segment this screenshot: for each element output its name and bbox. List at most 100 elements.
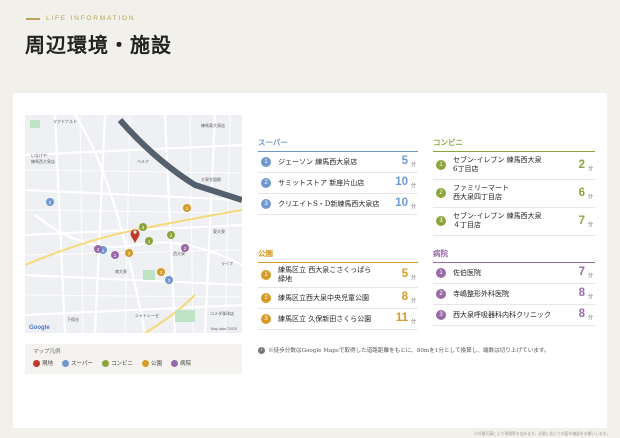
convenience-section: コンビニ 1 セブン-イレブン 練馬西大泉 6丁目店 2 分 2 ファミリーマート 西大… [433,137,595,236]
item-name: 練馬区立西大泉中央児童公園 [278,294,369,302]
convenience-icon [101,359,109,367]
supermarket-marker-2[interactable]: 2 [46,198,54,206]
page-title: 周辺環境・施設 [25,33,172,57]
item-unit: 分 [587,273,593,279]
item-name: セブン-イレブン 練馬西大泉 ４丁目店 [453,212,542,229]
map-graphic: マクドナルド ベルク 練馬東大泉店 いなげや 練馬西大泉店 西大泉 東大泉 南大… [25,115,242,333]
map-label-inageya: いなげや [31,152,47,158]
item-unit: 分 [410,319,416,325]
list-item[interactable]: 1 佐伯医院 7 分 [433,263,595,284]
map-label-mcdonalds: マクドナルド [53,118,77,124]
legend-item-park: 公園 [141,359,162,367]
item-unit: 分 [587,294,593,300]
hospital-section: 病院 1 佐伯医院 7 分 2 寺嶋整形外科医院 8 分 3 西大泉呼吸器科内科クリニック 8 分 [433,248,595,326]
item-name: 練馬区立 久保新田さくら公園 [278,315,372,323]
list-item[interactable]: 1 セブン-イレブン 練馬西大泉 6丁目店 2 分 [433,152,595,180]
item-minutes: 11 [395,312,408,324]
gold-rule [26,17,40,20]
convenience-marker-3[interactable]: 3 [139,223,147,231]
item-unit: 分 [587,222,593,228]
item-name: セブン-イレブン 練馬西大泉 6丁目店 [453,156,542,173]
list-item[interactable]: 2 ファミリーマート 西大泉四丁目店 6 分 [433,180,595,208]
item-minutes: 8 [578,287,585,299]
legend-item-supermarket: スーパー [62,359,93,367]
map-label-berk: ベルク [137,158,149,164]
note-text: ※徒歩分数はGoogle Mapsで取得した道路距離をもとに、80mを1分として… [268,348,550,354]
item-number: 3 [436,216,446,226]
list-item[interactable]: 2 練馬区立西大泉中央児童公園 8 分 [258,288,418,309]
footer-note: ※外観写真により現場等を含みます。必要に応じて内容の確認をお願いします。 [474,431,610,436]
item-number: 2 [436,289,446,299]
item-minutes: 5 [401,268,408,280]
legend-label: 現地 [42,361,54,367]
list-item[interactable]: 3 クリエイトS・D新練馬西大泉店 10 分 [258,194,418,215]
item-minutes: 5 [401,155,408,167]
convenience-marker-2[interactable]: 2 [167,231,175,239]
map-label-higashioizumi: 東大泉 [213,228,225,234]
park-icon [141,359,149,367]
item-unit: 分 [410,204,416,210]
map-label-minamioizumi: 南大泉 [115,268,127,274]
item-number: 3 [436,310,446,320]
hospital-marker-3[interactable]: 3 [94,245,102,253]
legend-title: マップ凡例 [33,349,61,355]
list-item[interactable]: 2 サミットストア 新座片山店 10 分 [258,173,418,194]
map-label-life: ライフ [221,260,233,266]
item-number: 3 [261,199,271,209]
item-number: 3 [261,314,271,324]
legend-label: 公園 [150,361,162,367]
supermarket-section: スーパー 1 ジェーソン 練馬西大泉店 5 分 2 サミットストア 新座片山店 10 分 3… [258,137,418,215]
convenience-marker-1[interactable]: 1 [145,237,153,245]
item-minutes: 10 [395,197,408,209]
item-name: 練馬区立 西大泉こさくっぱら 緑地 [278,266,372,283]
area-map[interactable]: マクドナルド ベルク 練馬東大泉店 いなげや 練馬西大泉店 西大泉 東大泉 南大… [25,115,242,333]
supermarket-icon [62,359,70,367]
list-item[interactable]: 3 西大泉呼吸器科内科クリニック 8 分 [433,305,595,326]
item-number: 1 [261,270,271,280]
item-minutes: 8 [578,308,585,320]
list-item[interactable]: 1 練馬区立 西大泉こさくっぱら 緑地 5 分 [258,263,418,288]
list-item[interactable]: 3 セブン-イレブン 練馬西大泉 ４丁目店 7 分 [433,208,595,236]
legend-item-current: 現地 [33,359,53,367]
legend-item-convenience: コンビニ [101,359,133,367]
walking-time-note: i ※徒歩分数はGoogle Mapsで取得した道路距離をもとに、80mを1分とし… [258,346,550,354]
item-name: クリエイトS・D新練馬西大泉店 [278,200,380,208]
legend-label: スーパー [71,361,93,367]
info-icon: i [258,346,265,354]
park-marker-2[interactable]: 2 [157,268,165,276]
park-marker-3[interactable]: 3 [125,249,133,257]
item-unit: 分 [587,194,593,200]
legend-label: 病院 [180,361,192,367]
item-unit: 分 [587,166,593,172]
supermarket-marker-3[interactable]: 3 [165,276,173,284]
hospital-marker-1[interactable]: 1 [111,251,119,259]
map-label-komeda: コメダ珈琲店 [210,310,234,316]
item-unit: 分 [410,162,416,168]
item-number: 2 [261,293,271,303]
item-name: 西大泉呼吸器科内科クリニック [453,311,551,319]
item-unit: 分 [587,315,593,321]
item-minutes: 10 [395,176,408,188]
item-name: サミットストア 新座片山店 [278,179,365,187]
current-location-icon [33,359,40,367]
map-label-shimohoya: 下保谷 [67,316,79,322]
hospital-marker-2[interactable]: 2 [181,244,189,252]
item-name: ジェーソン 練馬西大泉店 [278,158,358,166]
hospital-icon [171,359,178,367]
content-panel: マクドナルド ベルク 練馬東大泉店 いなげや 練馬西大泉店 西大泉 東大泉 南大… [13,93,607,428]
item-unit: 分 [410,275,416,281]
list-item[interactable]: 1 ジェーソン 練馬西大泉店 5 分 [258,152,418,173]
park-heading: 公園 [258,248,418,263]
map-label-higashi-store: 練馬東大泉店 [201,122,225,128]
list-item[interactable]: 2 寺嶋整形外科医院 8 分 [433,284,595,305]
list-item[interactable]: 3 練馬区立 久保新田さくら公園 11 分 [258,309,418,330]
park-marker-1[interactable]: 1 [183,204,191,212]
item-minutes: 7 [578,266,585,278]
item-name: 佐伯医院 [453,269,481,277]
item-name: ファミリーマート 西大泉四丁目店 [453,184,509,201]
item-unit: 分 [410,183,416,189]
item-minutes: 7 [578,215,585,227]
hospital-heading: 病院 [433,248,595,263]
section-subtitle: LIFE INFORMATION [26,15,135,22]
map-legend: マップ凡例 現地 スーパー コンビニ 公園 病院 [25,344,242,374]
